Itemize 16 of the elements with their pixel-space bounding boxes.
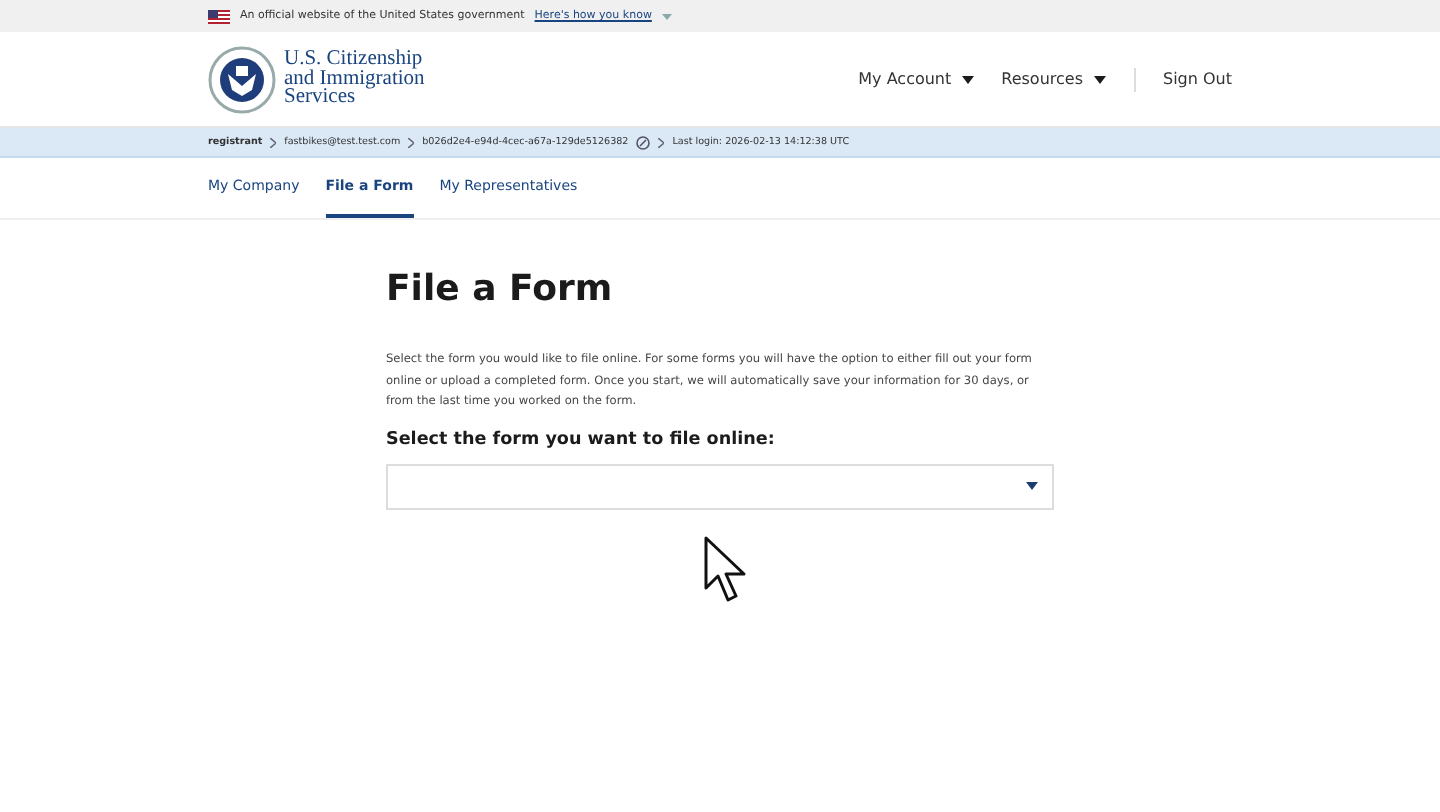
select-label: Select the form you want to file online: [386,429,777,449]
nav-link[interactable]: My Account [858,70,974,88]
mouse-pointer-icon [704,536,748,604]
caret-icon [961,75,974,83]
us-flag-icon [208,9,230,23]
chevron-icon [408,137,415,147]
agency-name: U.S. Citizenship and Immigration Services [284,50,425,108]
page-title: File a Form [386,268,615,310]
nav-link[interactable]: Resources [1001,70,1105,88]
caret-icon [661,13,672,19]
chevron-icon [270,137,277,147]
nav-link[interactable]: Sign Out [1163,70,1232,88]
caret-icon [1026,482,1038,490]
seal-icon [208,45,276,113]
caret-icon [1093,75,1105,83]
chevron-icon [658,137,665,147]
